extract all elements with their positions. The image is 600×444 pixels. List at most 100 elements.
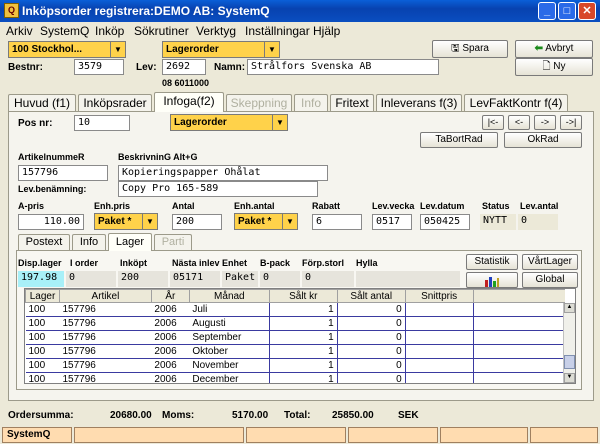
iorder-label: I order	[70, 258, 99, 268]
table-cell: 0	[337, 358, 406, 373]
scroll-up-icon[interactable]: ▲	[564, 303, 575, 313]
table-row[interactable]: 100 157796 2006 Augusti 1 0	[25, 316, 565, 331]
bestnr-field[interactable]: 3579	[74, 59, 124, 75]
table-cell	[473, 302, 565, 317]
tab-levfaktkontr[interactable]: LevFaktKontr f(4)	[464, 94, 568, 112]
chevron-down-icon[interactable]: ▼	[110, 42, 125, 57]
menu-inkop[interactable]: Inköp	[95, 24, 124, 38]
bpack-label: B-pack	[260, 258, 291, 268]
ordersumma-label: Ordersumma:	[8, 410, 74, 421]
col-ar[interactable]: År	[150, 289, 190, 303]
enhpris-select[interactable]: Paket * ▼	[94, 213, 158, 230]
delete-row-button[interactable]: TaBortRad	[420, 132, 498, 148]
save-button[interactable]: 🖫 Spara	[432, 40, 508, 58]
enhantal-select[interactable]: Paket * ▼	[234, 213, 298, 230]
maximize-button[interactable]: □	[558, 2, 576, 20]
col-lager[interactable]: Lager	[25, 289, 60, 303]
table-cell: 1	[269, 344, 338, 359]
lev-label: Lev:	[136, 62, 157, 73]
table-cell: Oktober	[189, 344, 270, 359]
company-select[interactable]: 100 Stockhol... ▼	[8, 41, 126, 58]
levdatum-field[interactable]: 050425	[420, 214, 470, 230]
cancel-label: Avbryt	[545, 43, 574, 54]
beskr-field[interactable]: Kopieringspapper Ohålat	[118, 165, 328, 181]
artnr-field[interactable]: 157796	[18, 165, 108, 181]
subtab-postext[interactable]: Postext	[18, 234, 70, 250]
prev-row-button[interactable]: <-	[508, 115, 530, 130]
table-cell: 157796	[59, 316, 152, 331]
sales-grid[interactable]: Lager Artikel År Månad Sålt kr Sålt anta…	[24, 288, 576, 384]
namn-field[interactable]: Strålfors Svenska AB	[247, 59, 439, 75]
cancel-button[interactable]: ⬅ Avbryt	[515, 40, 593, 58]
table-row[interactable]: 100 157796 2006 Oktober 1 0	[25, 344, 565, 359]
status-bar: SystemQ	[0, 425, 600, 444]
displager-value: 197.98	[18, 271, 64, 287]
menu-sokrutiner[interactable]: Sökrutiner	[134, 24, 189, 38]
levdatum-label: Lev.datum	[420, 201, 465, 211]
chevron-down-icon[interactable]: ▼	[142, 214, 157, 229]
menu-systemq[interactable]: SystemQ	[40, 24, 89, 38]
ok-row-button[interactable]: OkRad	[504, 132, 582, 148]
company-value: 100 Stockhol...	[12, 44, 83, 55]
table-cell: 1	[269, 316, 338, 331]
col-saltkr[interactable]: Sålt kr	[268, 289, 338, 303]
col-snittpris[interactable]: Snittpris	[404, 289, 474, 303]
menu-verktyg[interactable]: Verktyg	[196, 24, 236, 38]
table-cell	[473, 330, 565, 345]
new-button[interactable]: 🗋 Ny	[515, 58, 593, 76]
order-type-select[interactable]: Lagerorder ▼	[162, 41, 280, 58]
minimize-button[interactable]: _	[538, 2, 556, 20]
chevron-down-icon[interactable]: ▼	[264, 42, 279, 57]
lev-field[interactable]: 2692	[162, 59, 206, 75]
col-artikel[interactable]: Artikel	[58, 289, 152, 303]
grid-scrollbar[interactable]: ▲ ▼	[563, 303, 575, 383]
subtab-info[interactable]: Info	[72, 234, 106, 250]
ordersumma-value: 20680.00	[110, 410, 152, 421]
rabatt-label: Rabatt	[312, 201, 341, 211]
subtab-lager[interactable]: Lager	[108, 233, 152, 251]
status-cell-2	[74, 427, 244, 443]
tab-inkopsrader[interactable]: Inköpsrader	[78, 94, 152, 112]
chart-button[interactable]	[466, 272, 518, 288]
chevron-down-icon[interactable]: ▼	[282, 214, 297, 229]
tab-infoga[interactable]: Infoga(f2)	[154, 92, 224, 112]
antal-field[interactable]: 200	[172, 214, 222, 230]
table-cell: 100	[25, 372, 60, 383]
chevron-down-icon[interactable]: ▼	[272, 115, 287, 130]
nastainlev-label: Nästa inlev	[172, 258, 220, 268]
table-row[interactable]: 100 157796 2006 November 1 0	[25, 358, 565, 373]
status-label: Status	[482, 201, 510, 211]
new-document-icon: 🗋	[542, 61, 551, 72]
levben-label: Lev.benämning:	[18, 184, 87, 194]
tab-huvud[interactable]: Huvud (f1)	[8, 94, 76, 112]
scroll-down-icon[interactable]: ▼	[564, 373, 575, 383]
table-row[interactable]: 100 157796 2006 Juli 1 0	[25, 302, 565, 317]
statistik-button[interactable]: Statistik	[466, 254, 518, 270]
menu-installningar[interactable]: Inställningar	[245, 24, 310, 38]
menu-hjalp[interactable]: Hjälp	[313, 24, 340, 38]
levben-field[interactable]: Copy Pro 165-589	[118, 181, 318, 197]
col-saltantal[interactable]: Sålt antal	[336, 289, 406, 303]
rabatt-field[interactable]: 6	[312, 214, 362, 230]
table-row[interactable]: 100 157796 2006 December 1 0	[25, 372, 565, 383]
last-row-button[interactable]: ->|	[560, 115, 582, 130]
scroll-thumb[interactable]	[564, 355, 575, 369]
table-row[interactable]: 100 157796 2006 September 1 0	[25, 330, 565, 345]
vartlager-button[interactable]: VårtLager	[522, 254, 578, 270]
col-manad[interactable]: Månad	[188, 289, 270, 303]
next-row-button[interactable]: ->	[534, 115, 556, 130]
tab-inleverans[interactable]: Inleverans f(3)	[376, 94, 462, 112]
window-title: Inköpsorder registrera:DEMO AB: SystemQ	[22, 4, 270, 18]
global-button[interactable]: Global	[522, 272, 578, 288]
levvecka-field[interactable]: 0517	[372, 214, 412, 230]
menu-arkiv[interactable]: Arkiv	[6, 24, 33, 38]
table-cell: September	[189, 330, 270, 345]
close-button[interactable]: ✕	[578, 2, 596, 20]
apris-field[interactable]: 110.00	[18, 214, 84, 230]
floppy-icon: 🖫	[451, 43, 460, 54]
tab-fritext[interactable]: Fritext	[330, 94, 374, 112]
row-type-select[interactable]: Lagerorder ▼	[170, 114, 288, 131]
first-row-button[interactable]: |<-	[482, 115, 504, 130]
table-cell: 157796	[59, 344, 152, 359]
posnr-field[interactable]: 10	[74, 115, 130, 131]
